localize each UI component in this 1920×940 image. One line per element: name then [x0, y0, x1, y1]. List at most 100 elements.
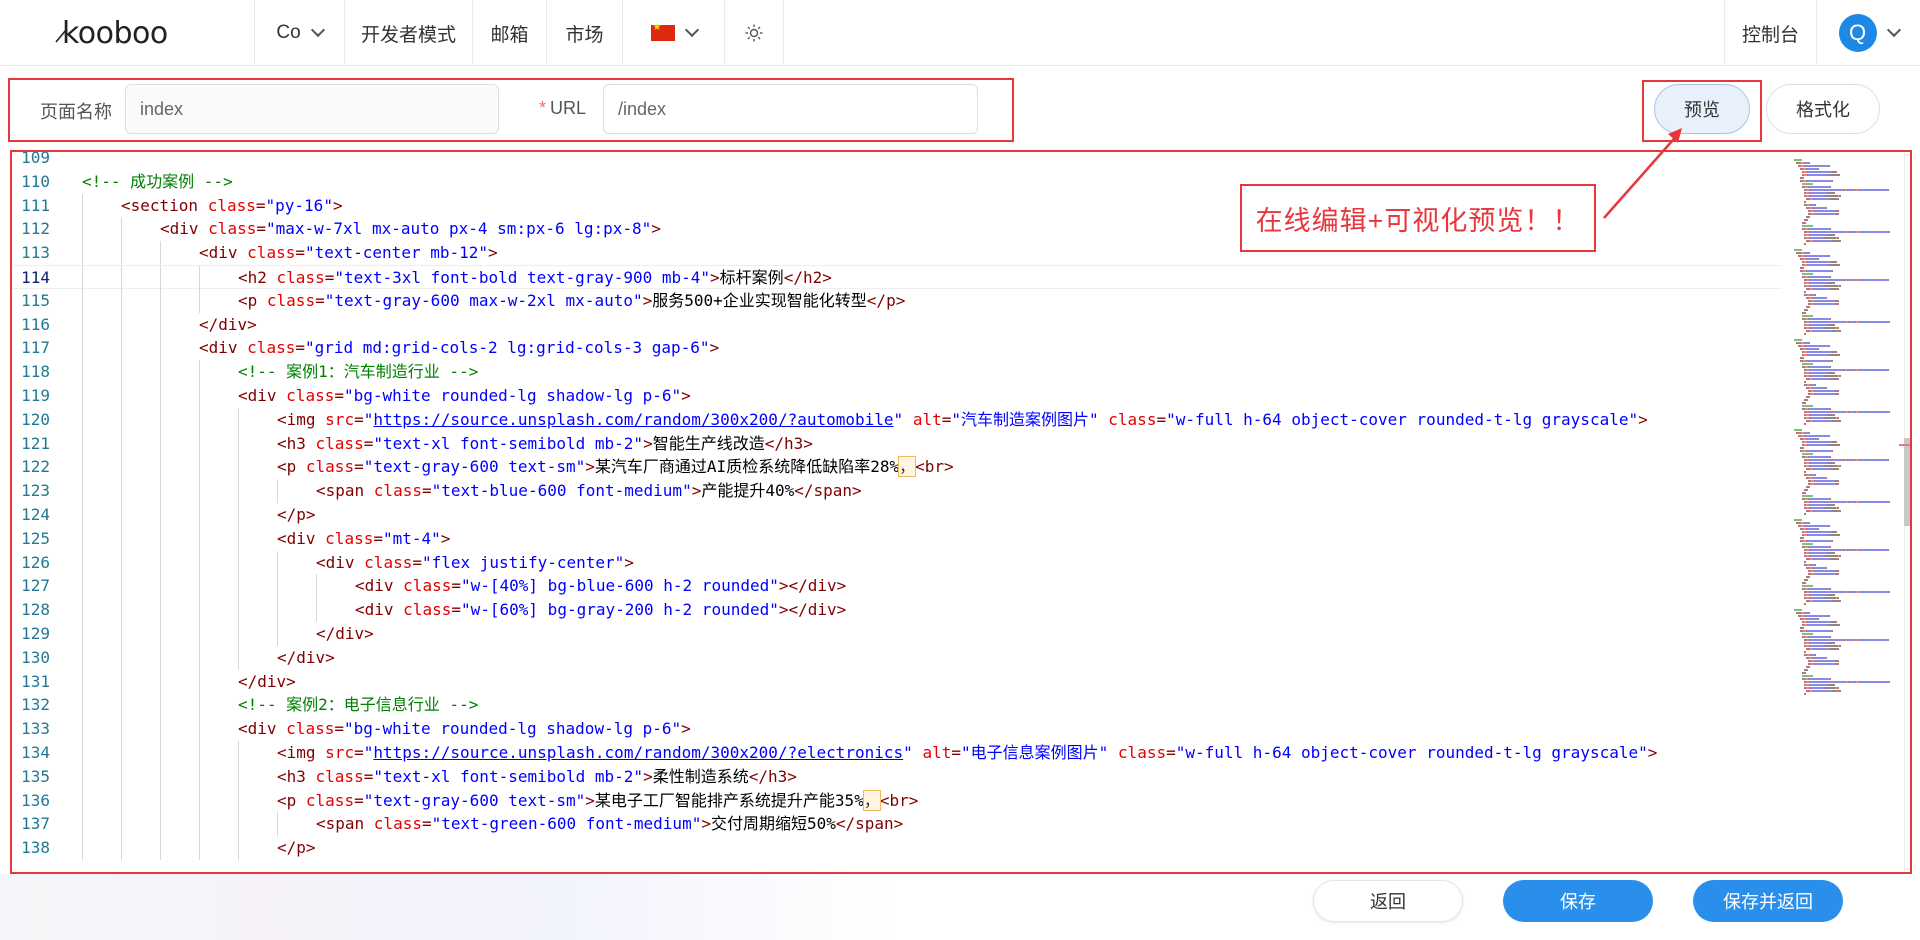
code-line[interactable]: 109 [12, 152, 1782, 170]
code-text: <div class="w-[60%] bg-gray-200 h-2 roun… [355, 598, 846, 622]
indent-guide [121, 836, 122, 860]
minimap-stroke [1808, 531, 1831, 533]
minimap-stroke [1807, 528, 1818, 530]
code-line[interactable]: 124 </p> [12, 503, 1782, 527]
indent-guide [238, 764, 239, 789]
code-token: > [332, 195, 343, 215]
code-line[interactable]: 126 <div class="flex justify-center"> [12, 550, 1782, 575]
code-token: > [642, 290, 653, 310]
code-line[interactable]: 123 <span class="text-blue-600 font-mediu… [12, 479, 1782, 503]
minimap-stroke [1888, 369, 1889, 371]
user-menu[interactable]: Q [1816, 0, 1920, 66]
minimap-stroke [1800, 357, 1804, 359]
code-line[interactable]: 130 </div> [12, 645, 1782, 670]
line-number: 132 [21, 695, 50, 715]
code-line[interactable]: 118 <!-- 案例1：汽车制造行业 --> [12, 360, 1782, 384]
preview-button[interactable]: 预览 [1654, 84, 1750, 134]
indent-guide [160, 764, 161, 789]
kooboo-logo[interactable]: kooboo [52, 12, 212, 52]
nav-mail[interactable]: 邮箱 [472, 0, 546, 66]
code-text: <span class="text-green-600 font-medium"… [316, 812, 903, 836]
code-line[interactable]: 116 </div> [12, 312, 1782, 337]
code-token: = [421, 481, 432, 501]
minimap-stroke [1809, 546, 1830, 548]
indent-guide [199, 407, 200, 432]
code-token: > [643, 433, 653, 453]
code-line[interactable]: 114 <h2 class="text-3xl font-bold text-gr… [12, 265, 1782, 290]
code-line[interactable]: 127 <div class="w-[40%] bg-blue-600 h-2 r… [12, 574, 1782, 599]
minimap-stroke [1804, 651, 1806, 653]
code-line[interactable]: 117 <div class="grid md:grid-cols-2 lg:gr… [12, 336, 1782, 361]
page-name-input[interactable]: index [125, 84, 499, 134]
indent-guide [238, 622, 239, 646]
back-button[interactable]: 返回 [1313, 880, 1463, 922]
code-editor[interactable]: 109 110 <!-- 成功案例 --> 111 <section class="py… [10, 150, 1912, 874]
code-line[interactable]: 129 </div> [12, 622, 1782, 646]
minimap-stroke [1809, 318, 1830, 320]
code-line[interactable]: 128 <div class="w-[60%] bg-gray-200 h-2 r… [12, 598, 1782, 622]
code-token: class [286, 386, 335, 405]
editor-scrollbar-thumb[interactable] [1904, 438, 1910, 526]
code-line[interactable]: 138 </p> [12, 836, 1782, 860]
nav-dev-mode[interactable]: 开发者模式 [344, 0, 472, 66]
code-line[interactable]: 125 <div class="mt-4"> [12, 526, 1782, 551]
nav-market[interactable]: 市场 [546, 0, 622, 66]
code-token: class [315, 433, 364, 453]
code-token: <!-- 案例1：汽车制造行业 --> [238, 362, 479, 382]
theme-toggle[interactable] [724, 0, 784, 66]
code-token: class [286, 719, 335, 739]
minimap-stroke [1808, 264, 1828, 266]
code-line[interactable]: 133 <div class="bg-white rounded-lg shado… [12, 717, 1782, 741]
code-token: ></div> [778, 600, 847, 620]
minimap-stroke [1810, 552, 1827, 554]
minimap-stroke [1809, 408, 1830, 410]
indent-guide [121, 693, 122, 718]
editor-minimap[interactable] [1792, 156, 1907, 736]
code-line[interactable]: 131 </div> [12, 669, 1782, 694]
format-button[interactable]: 格式化 [1766, 84, 1880, 134]
code-line[interactable]: 136 <p class="text-gray-600 text-sm">某电子工… [12, 788, 1782, 813]
code-line[interactable]: 137 <span class="text-green-600 font-medi… [12, 812, 1782, 837]
code-token: > [1638, 409, 1648, 429]
nav-console[interactable]: 控制台 [1724, 0, 1816, 66]
indent-guide [82, 455, 83, 480]
code-line[interactable]: 135 <h3 class="text-xl font-semibold mb-2… [12, 764, 1782, 789]
code-line[interactable]: 119 <div class="bg-white rounded-lg shado… [12, 384, 1782, 408]
minimap-stroke [1835, 480, 1839, 482]
region-dropdown[interactable] [622, 0, 724, 66]
save-and-back-button[interactable]: 保存并返回 [1693, 880, 1843, 922]
code-text: <!-- 案例2：电子信息行业 --> [238, 693, 478, 717]
minimap-stroke [1806, 576, 1810, 578]
indent-guide [238, 645, 239, 670]
code-line[interactable]: 134 <img src="https://source.unsplash.com… [12, 741, 1782, 765]
code-token: <p [277, 790, 306, 810]
minimap-stroke [1810, 327, 1824, 329]
minimap-stroke [1808, 624, 1828, 626]
save-button[interactable]: 保存 [1503, 880, 1653, 922]
code-line[interactable]: 132 <!-- 案例2：电子信息行业 --> [12, 693, 1782, 718]
indent-guide [277, 550, 278, 575]
code-token: = [295, 338, 305, 358]
indent-guide [277, 574, 278, 599]
code-line[interactable]: 122 <p class="text-gray-600 text-sm">某汽车厂… [12, 455, 1782, 480]
minimap-stroke [1835, 210, 1839, 212]
code-line[interactable]: 121 <h3 class="text-xl font-semibold mb-2… [12, 431, 1782, 456]
code-token: "py-16" [265, 195, 333, 215]
minimap-stroke [1804, 423, 1806, 425]
code-lines[interactable]: 109 110 <!-- 成功案例 --> 111 <section class="py… [12, 152, 1782, 872]
code-line[interactable]: 115 <p class="text-gray-600 max-w-2xl mx-… [12, 288, 1782, 313]
line-number: 112 [21, 219, 50, 239]
indent-guide [121, 217, 122, 242]
line-number: 119 [21, 386, 50, 405]
code-token: <div [199, 243, 248, 263]
indent-guide [82, 812, 83, 837]
language-dropdown[interactable]: Co [254, 0, 344, 66]
code-token: > [488, 243, 498, 263]
line-number: 115 [21, 290, 50, 310]
code-token: 智能生产线改造 [652, 433, 765, 453]
minimap-stroke [1835, 573, 1839, 575]
code-line[interactable]: 120 <img src="https://source.unsplash.com… [12, 407, 1782, 432]
indent-guide [121, 431, 122, 456]
url-input[interactable]: /index [603, 84, 978, 134]
minimap-stroke [1810, 555, 1824, 557]
